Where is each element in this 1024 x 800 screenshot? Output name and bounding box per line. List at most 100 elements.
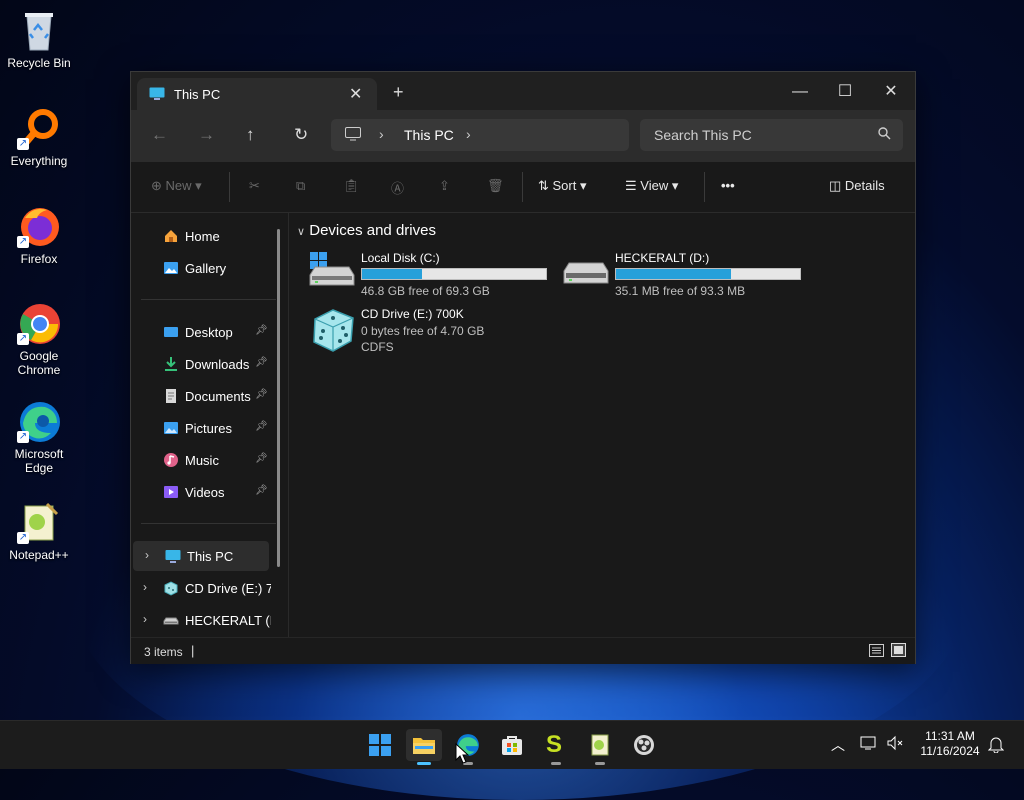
chevron-down-icon: ∨ [297,226,306,238]
sidebar-item-label: Gallery [185,261,227,276]
pin-icon[interactable]: 📌︎ [255,453,268,464]
sidebar-item-heckeralt[interactable]: › HECKERALT (D:) [131,605,271,635]
copy-icon[interactable]: ⧉ [296,178,305,194]
desktop-icon-microsoft-edge[interactable]: ↗ Microsoft Edge [1,399,77,475]
refresh-icon[interactable]: ↻ [294,125,308,145]
details-label: Details [844,178,885,193]
taskbar-file-explorer[interactable] [406,729,442,765]
details-view-icon[interactable] [869,644,884,662]
sort-button[interactable]: ⇅ Sort ▾ [538,178,587,194]
taskbar-obs[interactable] [626,729,662,761]
desktop-icon-recycle-bin[interactable]: Recycle Bin [1,8,77,70]
start-button[interactable] [362,729,398,761]
sidebar-item-downloads[interactable]: Downloads 📌︎ [131,349,271,379]
desktop-icon-label: Firefox [20,252,58,266]
network-icon[interactable] [860,735,878,754]
hard-drive-icon [563,259,609,292]
tab-this-pc[interactable]: This PC ✕ [137,78,377,110]
rename-icon[interactable]: Ⓐ [391,178,404,197]
drive-item-e[interactable]: CD Drive (E:) 700K 0 bytes free of 4.70 … [309,307,559,371]
sidebar-item-documents[interactable]: Documents 📌︎ [131,381,271,411]
sidebar-item-music[interactable]: Music 📌︎ [131,445,271,475]
drive-usage-bar [615,268,801,280]
delete-icon[interactable]: 🗑︎ [487,178,504,194]
address-bar[interactable]: › This PC › [331,119,629,151]
up-icon[interactable]: ↑ [246,125,255,145]
taskbar-app-s[interactable]: S [538,729,574,765]
status-bar: 3 items | [131,637,915,664]
chevron-right-icon[interactable]: › [143,580,147,594]
divider [141,299,276,300]
drive-item-c[interactable]: Local Disk (C:) 46.8 GB free of 69.3 GB [309,251,559,299]
breadcrumb-this-pc[interactable]: This PC [404,127,454,143]
minimize-button[interactable]: — [777,78,823,106]
new-tab-button[interactable]: + [393,82,404,103]
sidebar-item-desktop[interactable]: Desktop 📌︎ [131,317,271,347]
desktop-icon-firefox[interactable]: ↗ Firefox [1,204,77,266]
system-clock[interactable]: 11:31 AM 11/16/2024 [910,729,990,759]
large-icons-view-icon[interactable] [891,643,906,662]
pin-icon[interactable]: 📌︎ [255,389,268,400]
pc-icon [149,87,165,106]
pin-icon[interactable]: 📌︎ [255,485,268,496]
show-hidden-icons-button[interactable]: ︿ [831,735,845,755]
share-icon[interactable]: ⇪ [439,178,450,194]
sidebar-item-this-pc[interactable]: › This PC [133,541,269,571]
s-app-icon: S [546,731,563,758]
maximize-button[interactable]: ☐ [822,78,868,106]
sidebar-item-gallery[interactable]: Gallery [131,253,271,283]
chevron-right-icon[interactable]: › [466,126,471,142]
group-title: Devices and drives [309,222,436,239]
chevron-right-icon[interactable]: › [379,126,384,142]
taskbar-notepadpp[interactable] [582,729,618,765]
desktop-icon-label: Microsoft Edge [14,447,64,475]
forward-icon[interactable]: → [198,125,215,145]
file-explorer-icon [412,734,436,761]
view-button[interactable]: ☰ View ▾ [625,178,678,194]
pin-icon[interactable]: 📌︎ [255,421,268,432]
group-header-devices[interactable]: ∨ Devices and drives [297,222,436,239]
desktop-icon-everything[interactable]: ↗ Everything [1,106,77,168]
chevron-right-icon[interactable]: › [143,612,147,626]
running-indicator [551,762,561,765]
desktop-icon-google-chrome[interactable]: ↗ Google Chrome [1,301,77,377]
notepadpp-icon: ↗ [17,500,61,544]
documents-icon [163,388,179,404]
obs-icon [633,734,655,761]
sidebar-item-home[interactable]: Home [131,221,271,251]
sidebar-item-label: Home [185,229,220,244]
pin-icon[interactable]: 📌︎ [255,357,268,368]
command-bar: ⊕ New ▾ ✂ ⧉ 📋︎ Ⓐ ⇪ 🗑︎ ⇅ Sort ▾ ☰ View ▾ … [131,162,915,213]
tab-title: This PC [174,87,221,102]
desktop-icon-label: Google Chrome [17,349,61,377]
pin-icon[interactable]: 📌︎ [255,325,268,336]
drive-item-d[interactable]: HECKERALT (D:) 35.1 MB free of 93.3 MB [563,251,813,299]
chevron-right-icon[interactable]: › [145,548,149,562]
sidebar-item-cd-drive[interactable]: › CD Drive (E:) 700K [131,573,271,603]
running-indicator [595,762,605,765]
volume-muted-icon[interactable] [886,735,904,754]
divider [229,172,230,202]
active-indicator [417,762,431,765]
more-options-button[interactable]: ••• [721,178,735,193]
sidebar-scrollbar[interactable] [277,229,280,567]
sidebar-item-pictures[interactable]: Pictures 📌︎ [131,413,271,443]
desktop-icon-notepadpp[interactable]: ↗ Notepad++ [1,500,77,562]
drive-usage-bar [361,268,547,280]
desktop-icon-label: Notepad++ [9,548,69,562]
taskbar-store[interactable] [494,729,530,761]
windows-drive-icon [309,251,355,292]
sort-label: Sort [552,178,577,193]
cut-icon[interactable]: ✂ [249,178,260,194]
paste-icon[interactable]: 📋︎ [343,178,360,194]
search-box[interactable]: Search This PC [640,119,903,151]
view-label: View [640,178,669,193]
sidebar-item-videos[interactable]: Videos 📌︎ [131,477,271,507]
close-tab-icon[interactable]: ✕ [349,84,362,104]
details-button[interactable]: ◫ Details [829,178,885,194]
close-window-button[interactable]: ✕ [868,78,914,106]
drive-free-space: 35.1 MB free of 93.3 MB [615,284,746,298]
new-button[interactable]: ⊕ New ▾ [151,178,202,194]
notifications-bell-icon[interactable] [987,735,1005,756]
back-icon[interactable]: ← [151,125,168,145]
